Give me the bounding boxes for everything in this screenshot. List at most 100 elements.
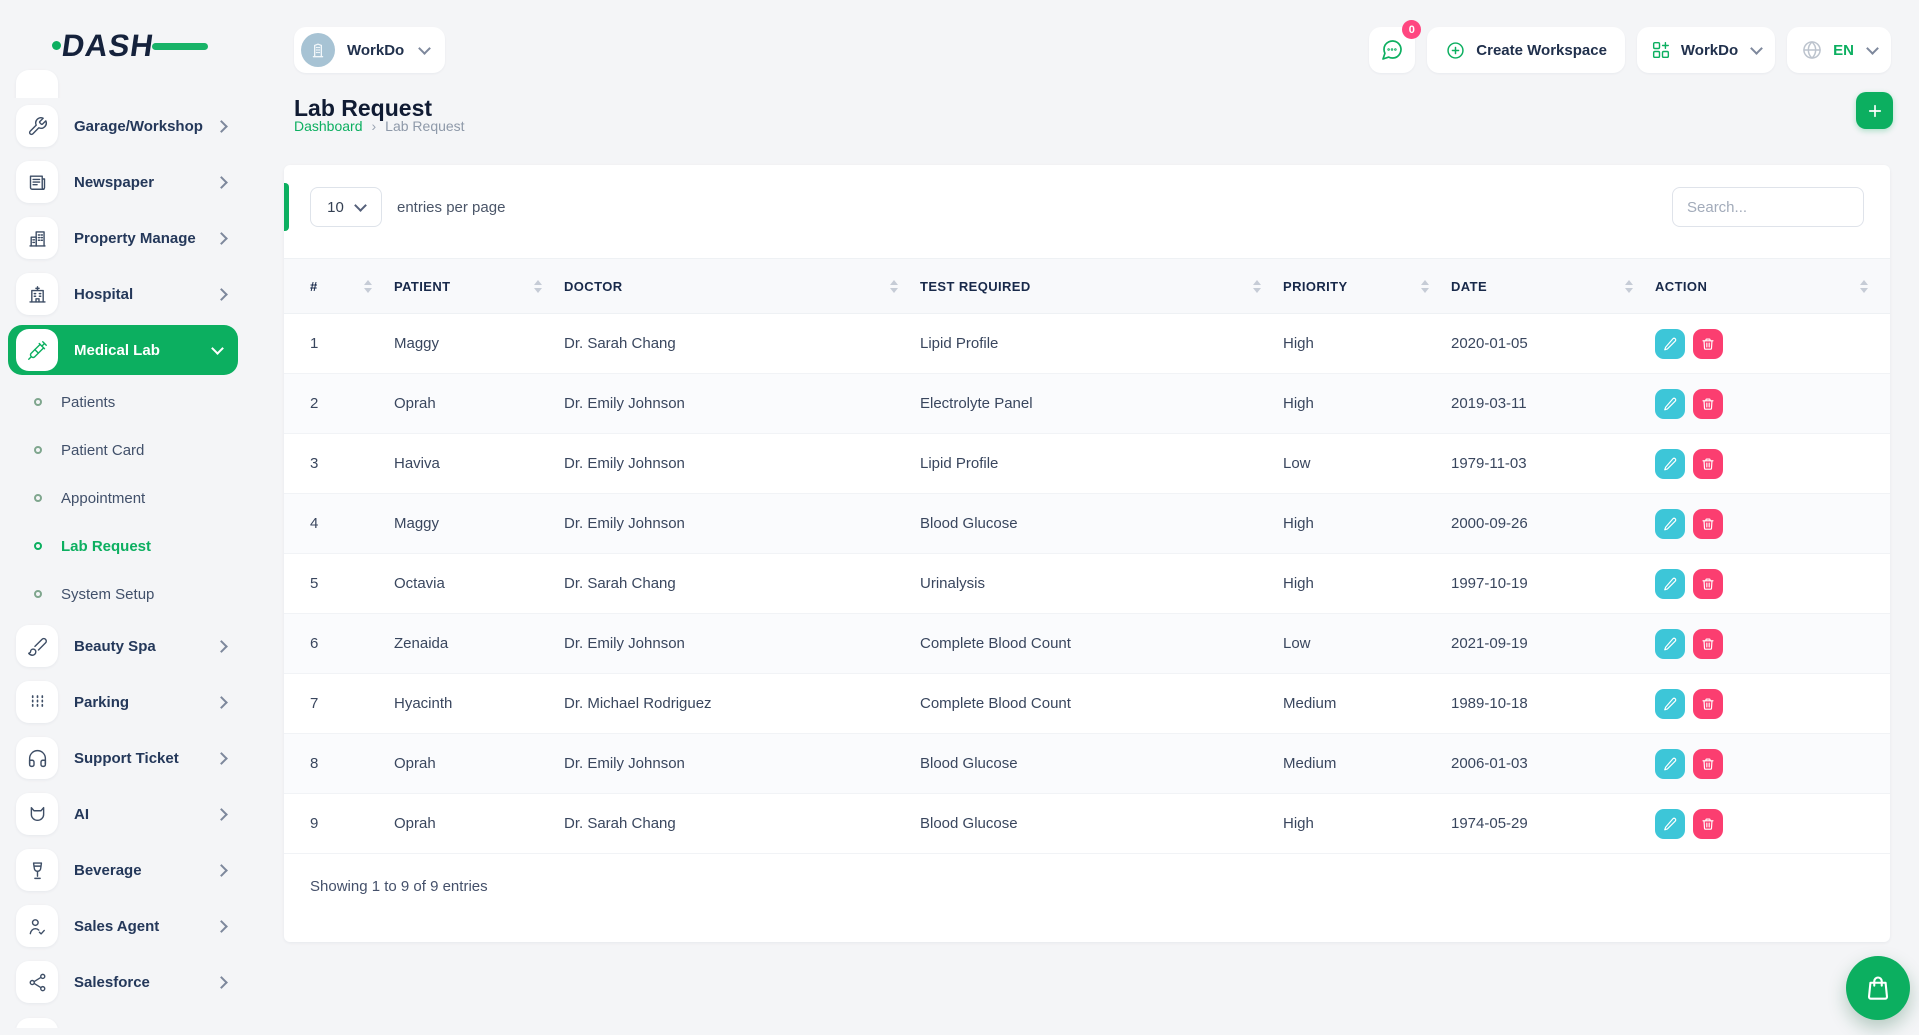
apps-grid-icon	[1651, 40, 1671, 60]
submenu-item-system-setup[interactable]: System Setup	[0, 570, 246, 618]
cell-actions	[1655, 554, 1890, 614]
delete-button[interactable]	[1693, 329, 1723, 359]
column-header-priority[interactable]: PRIORITY	[1283, 259, 1451, 314]
table-body: 1MaggyDr. Sarah ChangLipid ProfileHigh20…	[284, 314, 1890, 854]
main-content: WorkDo 0 Create Workspace WorkDo EN	[246, 0, 1919, 1035]
card-accent-bar	[284, 183, 289, 231]
edit-button[interactable]	[1655, 689, 1685, 719]
entries-per-page-label: entries per page	[397, 199, 505, 216]
delete-button[interactable]	[1693, 509, 1723, 539]
cell-date: 1974-05-29	[1451, 794, 1655, 854]
delete-button[interactable]	[1693, 689, 1723, 719]
sidebar-item-clipped-bottom[interactable]	[0, 1010, 246, 1028]
edit-button[interactable]	[1655, 569, 1685, 599]
workspace-switcher[interactable]: WorkDo	[294, 27, 445, 73]
edit-button[interactable]	[1655, 749, 1685, 779]
edit-button[interactable]	[1655, 509, 1685, 539]
column-header-patient[interactable]: PATIENT	[394, 259, 564, 314]
cell-patient: Oprah	[394, 734, 564, 794]
cell-num: 6	[284, 614, 394, 674]
chat-bubble-icon	[1380, 38, 1404, 62]
create-workspace-label: Create Workspace	[1476, 42, 1607, 59]
cell-doctor: Dr. Emily Johnson	[564, 494, 920, 554]
submenu-item-lab-request[interactable]: Lab Request	[0, 522, 246, 570]
page-size-select[interactable]: 10	[310, 187, 382, 227]
bullet-circle-icon	[34, 494, 42, 502]
language-selector[interactable]: EN	[1787, 27, 1891, 73]
sidebar-item-newspaper[interactable]: Newspaper	[0, 154, 246, 210]
bullet-circle-icon	[34, 398, 42, 406]
delete-button[interactable]	[1693, 629, 1723, 659]
sidebar-item-salesforce[interactable]: Salesforce	[0, 954, 246, 1010]
submenu-item-label: Appointment	[61, 490, 145, 507]
sidebar-item-garage-workshop[interactable]: Garage/Workshop	[0, 98, 246, 154]
cell-test: Complete Blood Count	[920, 614, 1283, 674]
sidebar-item-ai[interactable]: AI	[0, 786, 246, 842]
brand-logo[interactable]: DASH	[62, 28, 192, 62]
cell-date: 2020-01-05	[1451, 314, 1655, 374]
column-header-test-required[interactable]: TEST REQUIRED	[920, 259, 1283, 314]
column-header-doctor[interactable]: DOCTOR	[564, 259, 920, 314]
sidebar-item-beverage[interactable]: Beverage	[0, 842, 246, 898]
bullet-circle-icon	[34, 542, 42, 550]
store-fab-button[interactable]	[1846, 956, 1910, 1020]
submenu-item-patient-card[interactable]: Patient Card	[0, 426, 246, 474]
cell-priority: High	[1283, 494, 1451, 554]
cell-num: 4	[284, 494, 394, 554]
delete-button[interactable]	[1693, 749, 1723, 779]
column-header-action[interactable]: ACTION	[1655, 259, 1890, 314]
delete-button[interactable]	[1693, 569, 1723, 599]
cell-num: 8	[284, 734, 394, 794]
clipped-module-icon	[16, 1018, 58, 1028]
delete-button[interactable]	[1693, 389, 1723, 419]
sidebar-item-label: Salesforce	[74, 974, 217, 991]
submenu-item-patients[interactable]: Patients	[0, 378, 246, 426]
edit-button[interactable]	[1655, 629, 1685, 659]
sidebar-item-sales-agent[interactable]: Sales Agent	[0, 898, 246, 954]
delete-button[interactable]	[1693, 809, 1723, 839]
column-header-[interactable]: #	[284, 259, 394, 314]
edit-button[interactable]	[1655, 449, 1685, 479]
newspaper-icon	[16, 161, 58, 203]
sort-arrows-icon	[1421, 280, 1429, 293]
sidebar-item-label: Beverage	[74, 862, 217, 879]
delete-button[interactable]	[1693, 449, 1723, 479]
cell-num: 9	[284, 794, 394, 854]
messages-button[interactable]: 0	[1369, 27, 1415, 73]
chevron-down-icon	[1750, 42, 1763, 55]
breadcrumb-dashboard-link[interactable]: Dashboard	[294, 118, 363, 134]
chevron-right-icon	[215, 640, 228, 653]
edit-button[interactable]	[1655, 809, 1685, 839]
brush-icon	[16, 625, 58, 667]
submenu-item-appointment[interactable]: Appointment	[0, 474, 246, 522]
cell-patient: Oprah	[394, 794, 564, 854]
sidebar-item-beauty-spa[interactable]: Beauty Spa	[0, 618, 246, 674]
chevron-right-icon	[215, 696, 228, 709]
sidebar-item-hospital[interactable]: Hospital	[0, 266, 246, 322]
edit-button[interactable]	[1655, 389, 1685, 419]
sidebar-item-clipped-top[interactable]	[0, 64, 246, 98]
sort-arrows-icon	[534, 280, 542, 293]
submenu-item-label: Patients	[61, 394, 115, 411]
table-row: 6ZenaidaDr. Emily JohnsonComplete Blood …	[284, 614, 1890, 674]
sidebar-item-medical-lab[interactable]: Medical Lab	[8, 325, 238, 375]
chevron-right-icon	[215, 288, 228, 301]
search-input[interactable]	[1672, 187, 1864, 227]
create-workspace-button[interactable]: Create Workspace	[1427, 27, 1625, 73]
add-lab-request-button[interactable]	[1856, 92, 1893, 129]
workspace-avatar	[301, 33, 335, 67]
column-label: ACTION	[1655, 279, 1707, 294]
sidebar-item-support-ticket[interactable]: Support Ticket	[0, 730, 246, 786]
cell-actions	[1655, 794, 1890, 854]
column-header-date[interactable]: DATE	[1451, 259, 1655, 314]
column-label: PRIORITY	[1283, 279, 1348, 294]
edit-button[interactable]	[1655, 329, 1685, 359]
cell-priority: Medium	[1283, 674, 1451, 734]
cell-actions	[1655, 314, 1890, 374]
sidebar-item-parking[interactable]: Parking	[0, 674, 246, 730]
app-menu-button[interactable]: WorkDo	[1637, 27, 1775, 73]
logo-dash-icon	[152, 43, 208, 50]
shopping-bag-icon	[1864, 974, 1892, 1002]
lab-request-table: #PATIENTDOCTORTEST REQUIREDPRIORITY DATEA…	[284, 258, 1890, 854]
sidebar-item-property-manage[interactable]: Property Manage	[0, 210, 246, 266]
